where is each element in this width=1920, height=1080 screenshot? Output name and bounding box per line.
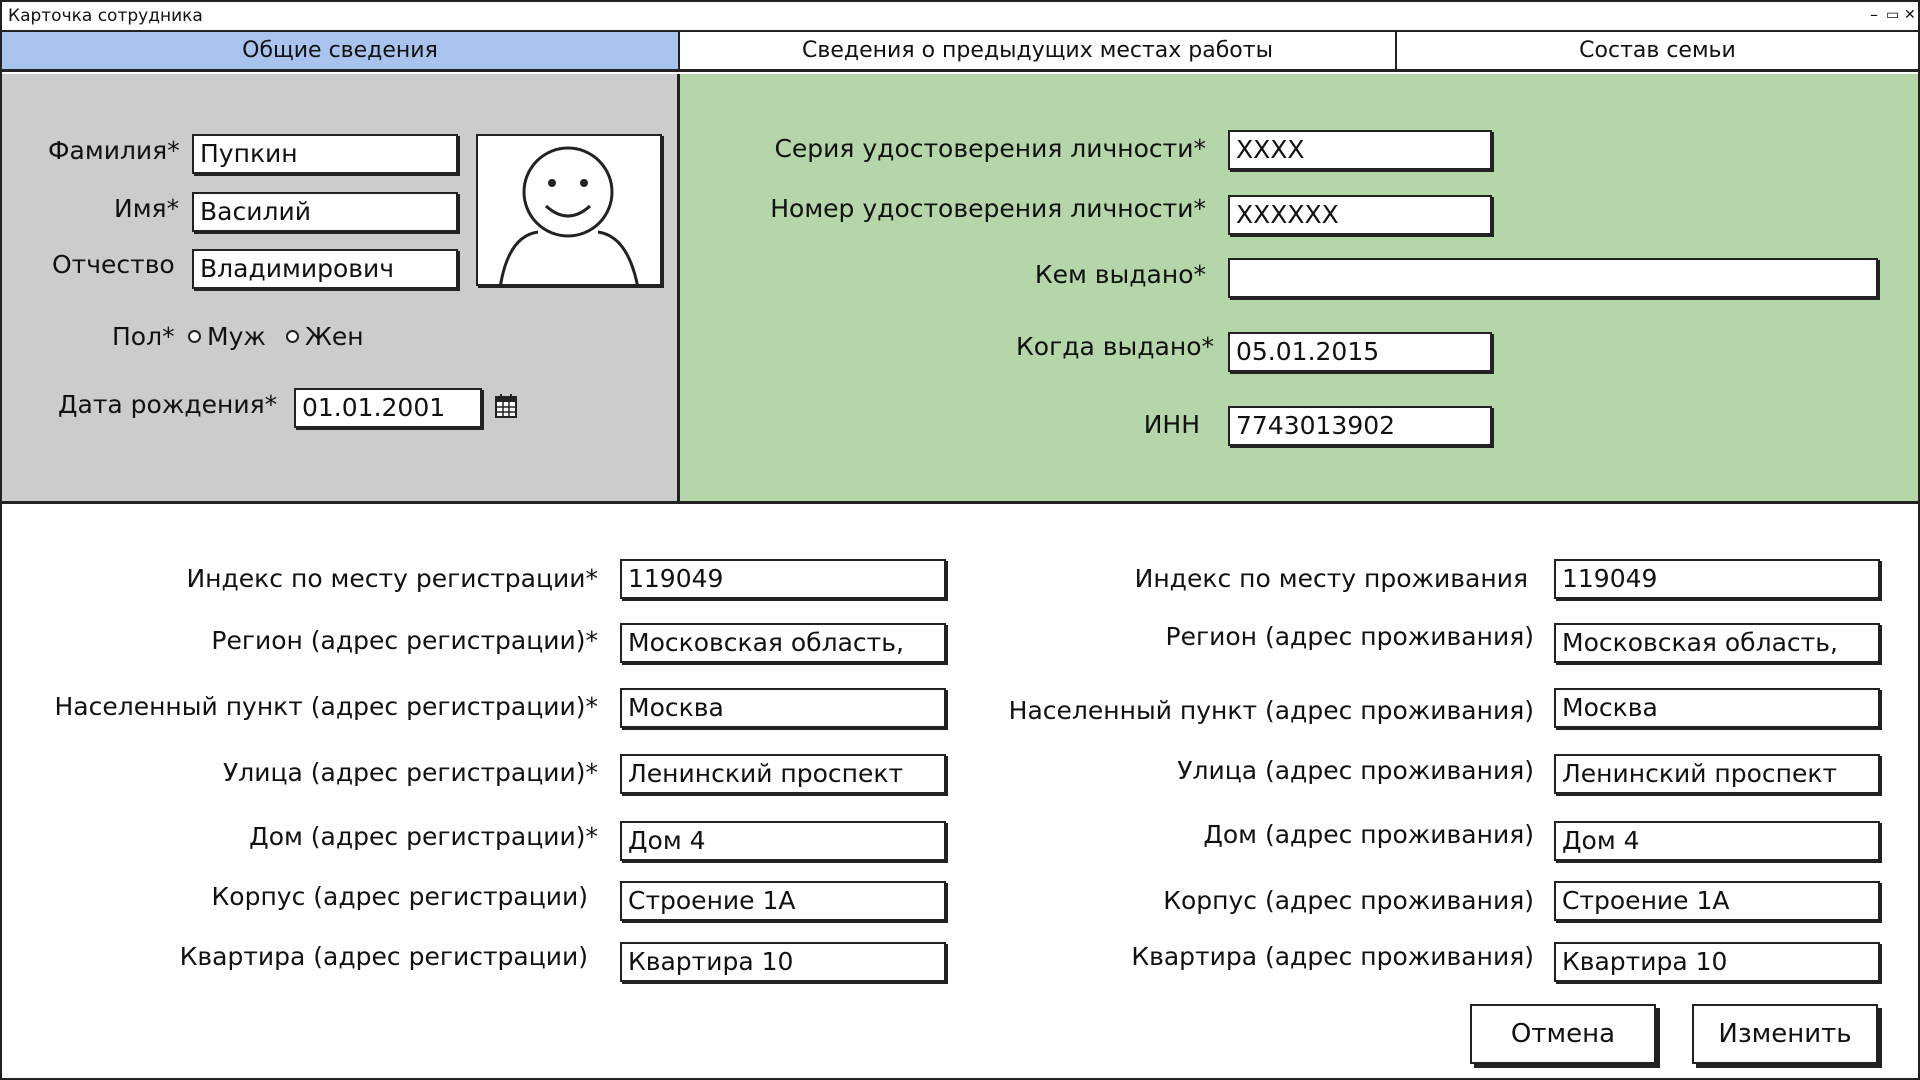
doc-number-field[interactable]: XXXXXX [1228,195,1492,235]
patronymic-label: Отчество [52,250,175,279]
issued-date-label: Когда выдано* [1016,332,1214,361]
birth-date-label: Дата рождения* [58,390,278,419]
gender-male-label: Муж [207,322,266,351]
calendar-icon[interactable] [495,394,517,418]
tab-family[interactable]: Состав семьи [1397,32,1918,69]
tab-bar: Общие сведения Сведения о предыдущих мес… [2,32,1918,72]
res-street-label: Улица (адрес проживания) [1177,756,1534,785]
reg-house-field[interactable]: Дом 4 [620,821,946,861]
gender-female-label: Жен [305,322,364,351]
gender-male-radio[interactable]: Муж [188,322,266,351]
reg-street-field[interactable]: Ленинский проспект [620,754,946,794]
name-field[interactable]: Василий [192,192,458,232]
personal-info-panel: Фамилия* Пупкин Имя* Василий Отчество Вл… [2,74,680,504]
reg-building-label: Корпус (адрес регистрации) [211,882,588,911]
birth-date-field[interactable]: 01.01.2001 [294,388,482,428]
doc-number-label: Номер удостоверения личности* [770,194,1206,223]
reg-region-label: Регион (адрес регистрации)* [211,626,598,655]
res-flat-label: Квартира (адрес проживания) [1131,942,1534,971]
res-city-label: Населенный пункт (адрес проживания) [1008,696,1534,725]
close-button[interactable]: ✕ [1904,5,1916,25]
name-label: Имя* [114,194,180,223]
doc-series-field[interactable]: XXXX [1228,130,1492,170]
reg-index-field[interactable]: 119049 [620,559,946,599]
tab-general-info[interactable]: Общие сведения [2,32,680,69]
identity-document-panel: Серия удостоверения личности* XXXX Номер… [680,74,1918,504]
window-title: Карточка сотрудника [8,6,203,26]
res-region-label: Регион (адрес проживания) [1165,622,1534,651]
res-index-field[interactable]: 119049 [1554,559,1880,599]
surname-label: Фамилия* [48,136,180,165]
change-button[interactable]: Изменить [1692,1004,1878,1064]
surname-field[interactable]: Пупкин [192,134,458,174]
res-house-field[interactable]: Дом 4 [1554,821,1880,861]
inn-field[interactable]: 7743013902 [1228,406,1492,446]
res-street-field[interactable]: Ленинский проспект [1554,754,1880,794]
res-region-field[interactable]: Московская область, [1554,623,1880,663]
inn-label: ИНН [1143,410,1200,439]
reg-street-label: Улица (адрес регистрации)* [223,758,598,787]
maximize-button[interactable]: ▭ [1886,5,1899,25]
res-city-field[interactable]: Москва [1554,688,1880,728]
res-house-label: Дом (адрес проживания) [1203,820,1534,849]
reg-city-field[interactable]: Москва [620,688,946,728]
title-bar: Карточка сотрудника – ▭ ✕ [2,2,1918,32]
radio-icon [286,330,299,343]
tab-previous-jobs[interactable]: Сведения о предыдущих местах работы [680,32,1397,69]
patronymic-field[interactable]: Владимирович [192,249,458,289]
issued-by-field[interactable] [1228,258,1878,298]
gender-female-radio[interactable]: Жен [286,322,364,351]
reg-building-field[interactable]: Строение 1А [620,881,946,921]
reg-region-field[interactable]: Московская область, [620,623,946,663]
issued-date-field[interactable]: 05.01.2015 [1228,332,1492,372]
minimize-button[interactable]: – [1870,5,1878,25]
res-flat-field[interactable]: Квартира 10 [1554,942,1880,982]
cancel-button[interactable]: Отмена [1470,1004,1656,1064]
doc-series-label: Серия удостоверения личности* [774,134,1206,163]
reg-flat-label: Квартира (адрес регистрации) [179,942,588,971]
issued-by-label: Кем выдано* [1034,260,1206,289]
gender-label: Пол* [112,322,175,351]
res-index-label: Индекс по месту проживания [1134,564,1528,593]
reg-city-label: Населенный пункт (адрес регистрации)* [54,692,598,721]
reg-flat-field[interactable]: Квартира 10 [620,942,946,982]
res-building-label: Корпус (адрес проживания) [1163,886,1534,915]
radio-icon [188,330,201,343]
avatar-placeholder-icon[interactable] [476,134,662,286]
reg-index-label: Индекс по месту регистрации* [186,564,598,593]
res-building-field[interactable]: Строение 1А [1554,881,1880,921]
reg-house-label: Дом (адрес регистрации)* [249,822,598,851]
employee-card-window: Карточка сотрудника – ▭ ✕ Общие сведения… [0,0,1920,1080]
